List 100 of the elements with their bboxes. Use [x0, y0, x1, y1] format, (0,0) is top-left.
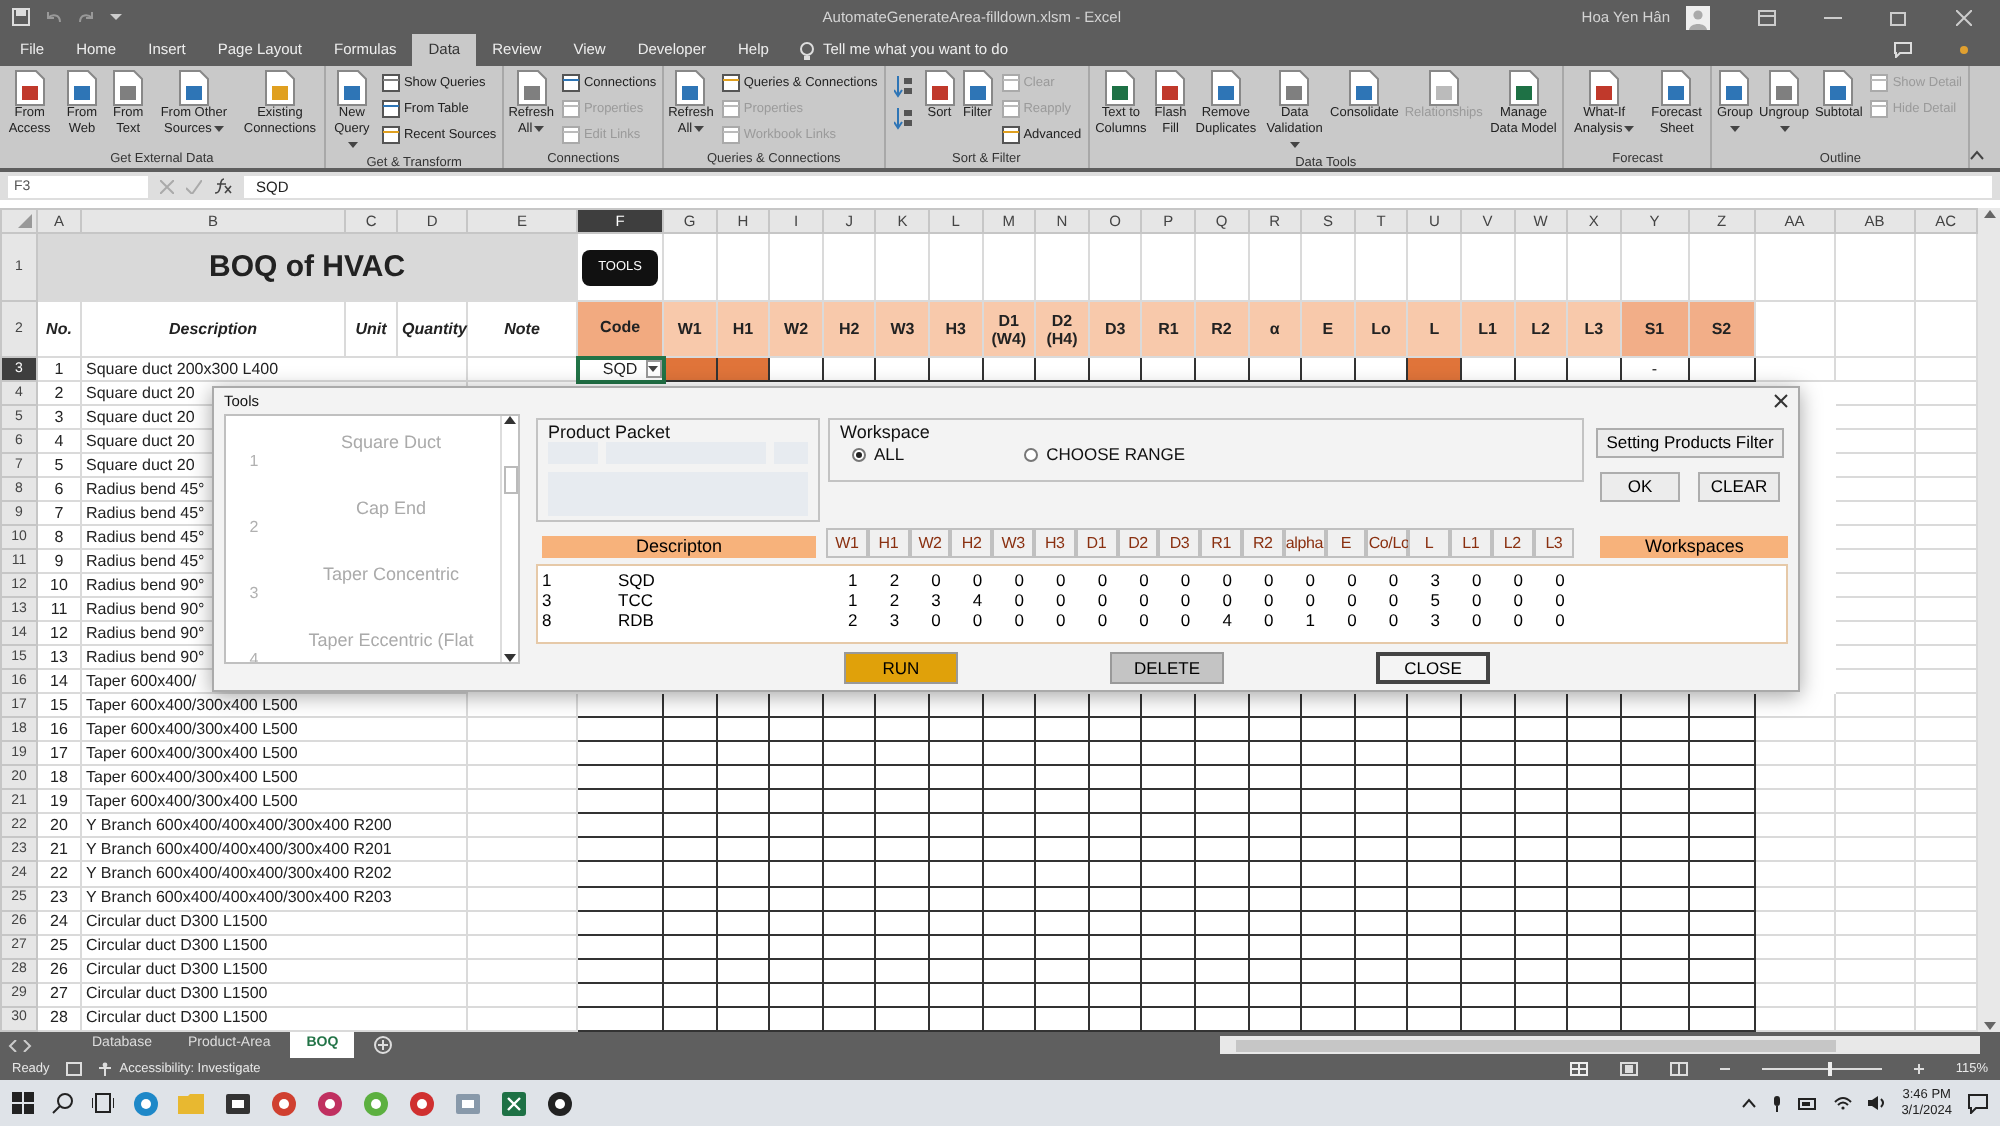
chevron-up-icon[interactable]: [1741, 1098, 1756, 1108]
column-button[interactable]: L3: [1533, 528, 1575, 558]
scroll-down-icon[interactable]: [504, 654, 516, 662]
caret-icon: [648, 365, 659, 372]
close-icon[interactable]: [1774, 394, 1788, 408]
entry-text: 0: [1095, 570, 1110, 590]
microphone-icon[interactable]: [1771, 1095, 1782, 1111]
column-heading: Unit: [345, 301, 398, 358]
sort-icon[interactable]: [893, 74, 914, 98]
entry-text: 4: [1220, 610, 1234, 630]
customize-caret-icon[interactable]: [110, 9, 122, 21]
option-label[interactable]: ALL: [874, 442, 905, 468]
column-heading: S2: [1688, 301, 1755, 358]
column-heading: D1 (W4): [982, 301, 1036, 358]
restore-icon[interactable]: [1890, 9, 1908, 25]
filter-button[interactable]: Setting Products Filter: [1596, 428, 1784, 458]
speaker-icon[interactable]: [1867, 1096, 1886, 1110]
wifi-icon[interactable]: [1833, 1096, 1852, 1110]
column-button[interactable]: R2: [1241, 528, 1284, 558]
table-cell: Circular duct D300 L1500: [81, 982, 468, 1007]
document-icon: [263, 70, 296, 106]
spreadsheet-app-icon[interactable]: [500, 1089, 528, 1117]
column-button[interactable]: H2: [950, 528, 993, 558]
column-button[interactable]: H1: [867, 528, 910, 558]
column-button[interactable]: D3: [1158, 528, 1201, 558]
column-button[interactable]: W3: [992, 528, 1034, 558]
column-button[interactable]: W1: [826, 528, 868, 558]
column-button[interactable]: L: [1408, 528, 1450, 558]
column-button[interactable]: R1: [1200, 528, 1242, 558]
page-layout-icon[interactable]: [1619, 1062, 1638, 1076]
dropdown-button[interactable]: [645, 359, 662, 378]
collapse-ribbon-icon[interactable]: [1970, 150, 1984, 160]
column-heading: W3: [875, 301, 930, 358]
entries-list[interactable]: 1 SQD 1 2 0 0 0 0 0 0 0 0 0 0 0 0 3 0 0 0 3 TCC 1 2 3 4 0 0 0 0 0 0 0 0 0 0 5 0 0 0 8 RDB 2 3 0 0 0 0 0 0 0 4 0 1 0 0 3 0 0 0: [536, 564, 1788, 644]
column-button[interactable]: L2: [1491, 528, 1534, 558]
table-cell: 15: [37, 693, 81, 718]
column-button[interactable]: L1: [1449, 528, 1492, 558]
table-icon: [721, 100, 740, 118]
table-cell: 14: [37, 669, 81, 694]
zoom-in-icon[interactable]: [1913, 1064, 1924, 1074]
accessibility-icon[interactable]: [97, 1062, 112, 1076]
scroll-up-icon[interactable]: [504, 416, 516, 424]
entry-text: 0: [1054, 570, 1068, 590]
notification-icon[interactable]: [1968, 1093, 1988, 1113]
sort-icon[interactable]: [893, 106, 914, 130]
column-button[interactable]: W2: [909, 528, 951, 558]
entry-text: 0: [1553, 590, 1567, 610]
search-icon[interactable]: [52, 1092, 74, 1114]
column-heading: D2 (H4): [1035, 301, 1089, 358]
clear-button[interactable]: CLEAR: [1698, 472, 1780, 502]
page-break-icon[interactable]: [1669, 1062, 1688, 1076]
document-icon: [1588, 70, 1621, 106]
radio-button-selected[interactable]: [852, 447, 866, 462]
slider-thumb[interactable]: [1827, 1062, 1832, 1076]
table-cell: Y Branch 600x400/400x400/300x400 R203: [81, 886, 468, 911]
close-button[interactable]: CLOSE: [1376, 652, 1490, 684]
next-sheet-icon[interactable]: [22, 1039, 32, 1051]
add-sheet-icon[interactable]: [374, 1036, 393, 1054]
radio-button[interactable]: [1024, 447, 1039, 462]
battery-icon[interactable]: [1797, 1097, 1818, 1109]
table-icon: [1001, 74, 1020, 92]
column-button[interactable]: D2: [1117, 528, 1159, 558]
ribbon-display-icon[interactable]: [1758, 9, 1776, 25]
column-heading: H3: [929, 301, 983, 358]
column-button[interactable]: D1: [1075, 528, 1118, 558]
comment-icon[interactable]: [1894, 42, 1912, 58]
task-view-icon[interactable]: [92, 1092, 114, 1114]
entry-text: 1: [1303, 610, 1318, 630]
document-icon: [1507, 70, 1540, 106]
normal-view-icon[interactable]: [1569, 1062, 1588, 1076]
column-button[interactable]: alpha: [1283, 528, 1326, 558]
column-heading: W1: [663, 301, 717, 358]
entry-text: 0: [1553, 610, 1567, 630]
document-icon: [1822, 70, 1855, 106]
save-icon[interactable]: [12, 8, 30, 26]
entry-text: 0: [1469, 610, 1484, 630]
round-app-icon[interactable]: [546, 1089, 574, 1117]
column-button[interactable]: H3: [1033, 528, 1076, 558]
entry-text: 3: [1428, 610, 1442, 630]
entry-text: 0: [1303, 590, 1318, 610]
column-heading: R2: [1194, 301, 1249, 358]
window-app-icon[interactable]: [454, 1089, 482, 1117]
horizontal-scrollbar[interactable]: [1220, 1036, 1980, 1054]
previous-sheet-icon[interactable]: [8, 1039, 18, 1051]
function-icon[interactable]: [214, 178, 232, 194]
delete-button[interactable]: DELETE: [1110, 652, 1224, 684]
zoom-out-icon[interactable]: [1719, 1064, 1730, 1074]
table-cell: Y Branch 600x400/400x400/300x400 R200: [81, 813, 468, 838]
scrollbar-thumb[interactable]: [503, 465, 517, 493]
ok-button[interactable]: OK: [1600, 472, 1680, 502]
table-cell: 16: [37, 717, 81, 742]
column-button[interactable]: E: [1325, 528, 1367, 558]
run-button[interactable]: RUN: [844, 652, 958, 684]
table-cell: 2: [37, 381, 81, 406]
column-heading: L3: [1567, 301, 1621, 358]
option-label[interactable]: CHOOSE RANGE: [1046, 442, 1186, 468]
table-icon: [1001, 100, 1020, 118]
entry-text: 0: [1262, 610, 1276, 630]
windows-logo-icon[interactable]: [12, 1092, 34, 1114]
table-cell[interactable]: SQD: [577, 357, 664, 382]
